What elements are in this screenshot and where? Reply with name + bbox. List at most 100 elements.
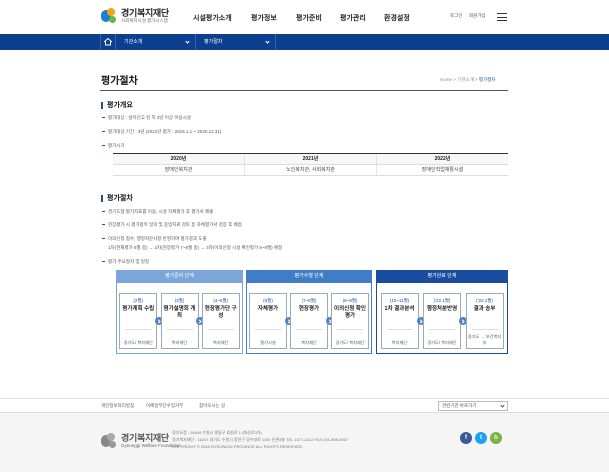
procedure-bullet: 경기도형 평가지표를 이용, 시설 자체평가 후 평가서 제출 xyxy=(101,209,214,214)
nav-settings[interactable]: 환경설정 xyxy=(384,13,410,23)
loc-depth2[interactable]: 평가절차 xyxy=(196,34,276,50)
footer-address: 경기도청 : 16444 수원시 팔달구 효원로 1 (매산로3가) 경기복지재… xyxy=(172,429,348,450)
breadcrumb: Home > 기관소개 > 평가절차 xyxy=(440,77,496,82)
step-divider xyxy=(125,329,152,330)
step-divider xyxy=(207,329,234,330)
overview-bullet: 평가대상 : 설치신고 된 지 3년 이상 이용시설 xyxy=(102,115,191,120)
location-bar: 기관소개 평가절차 xyxy=(0,34,609,50)
process-step: (2월) 평가계획 수립 경기도/ 복지재단 xyxy=(119,293,158,349)
footer-logo: 경기복지재단 Gyeonggi Welfare Foundation xyxy=(101,433,181,449)
step-divider xyxy=(429,329,455,330)
step-title: 결과 송부 xyxy=(473,306,496,312)
step-divider xyxy=(296,329,322,330)
twitter-icon[interactable]: t xyxy=(475,432,487,444)
process-step: (8~9월) 이의신청 확인평가경기도/ 복지재단 xyxy=(331,293,369,349)
breadcrumb-current: 평가절차 xyxy=(478,77,496,82)
step-title: 행정처분반영 xyxy=(426,306,458,312)
step-owner: 경기도/ 복지재단 xyxy=(335,339,365,345)
home-icon xyxy=(103,37,113,46)
home-button[interactable] xyxy=(100,34,116,50)
table-cell: 노인복지관, 사회복지관 xyxy=(245,165,377,175)
email-refuse-link[interactable]: 이메일무단수집거부 xyxy=(146,403,183,409)
step-owner: 경기도 → 보건복지부 xyxy=(467,334,502,345)
step-period: (7~8월) xyxy=(301,298,317,303)
overview-bullet: 평가시기 xyxy=(102,143,125,148)
process-step: (7~8월) 현장평가 복지재단 xyxy=(290,293,328,349)
blog-icon[interactable]: b xyxy=(490,432,502,444)
step-period: (4~5월) xyxy=(213,298,229,303)
nav-manage[interactable]: 평가관리 xyxy=(340,13,366,23)
directions-link[interactable]: 찾아오시는 길 xyxy=(199,403,225,409)
step-period: ('22.1월) xyxy=(476,298,493,303)
table-header-row: 2020년 2021년 2022년 xyxy=(113,154,508,165)
step-title: 평가계획 수립 xyxy=(122,306,155,312)
logo-title: 경기복지재단 xyxy=(121,7,169,18)
site-footer: 경기복지재단 Gyeonggi Welfare Foundation 경기도청 … xyxy=(0,413,609,472)
procedure-bullet: 현장평가 시 평가항목 일의 및 증빙자료 검토 등 자체평가서 검증 후 배점 xyxy=(102,222,242,227)
footer-links-bar: 개인정보처리방침 이메일무단수집거부 찾아오시는 길 관련기관 바로가기 xyxy=(0,398,609,413)
nav-info[interactable]: 평가정보 xyxy=(251,13,277,23)
step-owner: 평가시설 xyxy=(260,339,276,345)
step-divider xyxy=(337,329,363,330)
step-period: (8~9월) xyxy=(342,298,358,303)
step-owner: 복지재단 xyxy=(171,339,188,345)
step-period: (10~11월) xyxy=(389,298,410,303)
table-header-cell: 2020년 xyxy=(113,154,245,164)
step-owner: 복지재단 xyxy=(391,339,408,345)
stage-complete: 평가완료 단계 (10~11월) 1차 결과분석 복지재단 ('22.1월) 행정처분반… xyxy=(376,270,508,354)
step-period: (3월) xyxy=(174,298,185,303)
privacy-link[interactable]: 개인정보처리방침 xyxy=(101,403,134,409)
related-sites-select[interactable]: 관련기관 바로가기 xyxy=(438,401,508,411)
step-divider xyxy=(166,329,193,330)
site-header: 경기복지재단 사회복지시설 평가시스템 시설평가소개 평가정보 평가준비 평가관… xyxy=(0,0,609,34)
step-owner: 복지재단 xyxy=(213,339,229,345)
section-title-procedure: 평가절차 xyxy=(101,195,133,202)
table-cell: 장애인직업재활시설 xyxy=(421,167,464,173)
logo-subtitle: 사회복지시설 평가시스템 xyxy=(121,17,168,23)
procedure-bullet: 평가 주요절차 및 일정 xyxy=(101,259,150,264)
step-owner: 경기도/ 복지재단 xyxy=(427,339,457,345)
stage-title: 평가수행 단계 xyxy=(246,270,372,283)
stage-execute: 평가수행 단계 (6월) 자체평가 평가시설 (7~8월) 현장평가 복지재단 (8~9월)… xyxy=(246,270,372,354)
login-link[interactable]: 로그인 xyxy=(450,13,462,19)
stage-prepare: 평가준비 단계 (2월) 평가계획 수립 경기도/ 복지재단 (3월) 평가설명회 개최… xyxy=(116,270,243,354)
address-line: 경기복지재단 : 16207 경기도 수원시 장안구 경수대로 1150 신관3… xyxy=(172,437,349,442)
loc-depth1[interactable]: 기관소개 xyxy=(116,34,196,50)
step-title: 평가설명회 개최 xyxy=(163,306,196,319)
procedure-bullet: 이의신청 접수, 행정처분사항 반영하여 평가결과 도출 xyxy=(102,236,207,241)
table-header-cell: 2021년 xyxy=(245,154,377,164)
process-step: ('22.1월) 행정처분반영경기도/ 복지재단 xyxy=(423,293,461,349)
step-divider xyxy=(471,329,498,330)
logo-icon xyxy=(101,8,117,24)
copyright: COPYRIGHT © 2018 GYEONGGI PROVINCE ALL R… xyxy=(172,444,303,449)
facebook-icon[interactable]: f xyxy=(460,432,472,444)
process-step: (6월) 자체평가 평가시설 xyxy=(249,293,287,349)
step-divider xyxy=(386,329,413,330)
step-period: ('22.1월) xyxy=(433,298,451,303)
hamburger-menu-icon[interactable] xyxy=(497,13,507,21)
process-step: (3월) 평가설명회 개최복지재단 xyxy=(160,293,199,349)
nav-intro[interactable]: 시설평가소개 xyxy=(193,13,232,23)
stage-title: 평가준비 단계 xyxy=(116,270,243,283)
breadcrumb-depth1[interactable]: 기관소개 xyxy=(457,77,474,82)
site-logo[interactable]: 경기복지재단 사회복지시설 평가시스템 xyxy=(101,8,169,24)
process-step: (4~5월) 현장평가단 구성복지재단 xyxy=(201,293,240,349)
section-title-overview: 평가개요 xyxy=(101,102,133,109)
logo-icon xyxy=(101,433,117,449)
table-row: 장애인복지관 노인복지관, 사회복지관 장애인직업재활시설 xyxy=(113,165,508,176)
nav-prepare[interactable]: 평가준비 xyxy=(296,13,322,23)
breadcrumb-home[interactable]: Home xyxy=(440,77,452,82)
step-period: (2월) xyxy=(133,298,144,303)
overview-bullet: 평가대상 기간 : 3년 (2021년 평가 : 2018.1.1 ~ 2020… xyxy=(101,129,222,134)
join-link[interactable]: 회원가입 xyxy=(469,13,486,19)
page-title: 평가절차 xyxy=(101,76,138,87)
address-line: 경기도청 : 16444 수원시 팔달구 효원로 1 (매산로3가) xyxy=(172,430,262,435)
chevron-down-icon xyxy=(185,39,190,44)
step-period: (6월) xyxy=(263,298,273,303)
step-title: 현장평가단 구성 xyxy=(204,306,237,319)
stage-title: 평가완료 단계 xyxy=(376,270,508,283)
step-divider xyxy=(255,329,281,330)
step-title: 이의신청 확인평가 xyxy=(334,306,366,319)
loc-depth2-label: 평가절차 xyxy=(204,39,223,45)
process-step: ('22.1월) 결과 송부경기도 → 보건복지부 xyxy=(465,293,504,349)
